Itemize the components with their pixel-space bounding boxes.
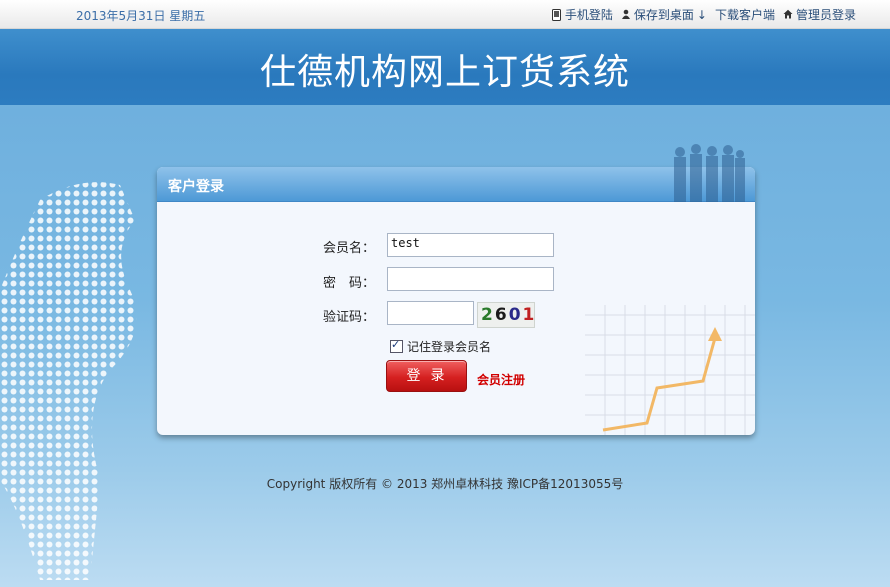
login-button[interactable]: 登录: [386, 360, 467, 392]
remember-row: 记住登录会员名: [390, 338, 491, 355]
download-client-label: 下载客户端: [714, 8, 775, 22]
username-label: 会员名：: [323, 241, 376, 256]
download-arrow-icon: ↓: [696, 7, 707, 22]
remember-checkbox[interactable]: [390, 338, 403, 353]
footer-copyright: Copyright 版权所有 © 2013 郑州卓林科技 豫ICP备120130…: [266, 477, 624, 491]
login-panel: 客户登录 会员名： test 密 码： 验证码： 2601 记住登录会员名 登录…: [157, 167, 755, 435]
download-client-link[interactable]: 下载客户端: [715, 6, 775, 23]
login-panel-header: 客户登录: [157, 167, 755, 202]
username-field[interactable]: test: [387, 233, 554, 257]
user-icon: [621, 9, 631, 21]
mobile-login-label: 手机登陆: [564, 8, 613, 22]
register-link[interactable]: 会员注册: [477, 371, 525, 388]
admin-login-link[interactable]: 管理员登录: [783, 6, 856, 23]
page-title: 仕德机构网上订货系统: [259, 52, 630, 93]
login-panel-title: 客户登录: [168, 179, 224, 195]
site-header: 仕德机构网上订货系统: [0, 29, 890, 105]
captcha-image[interactable]: 2601: [477, 302, 535, 328]
admin-login-label: 管理员登录: [795, 8, 856, 22]
captcha-field[interactable]: [387, 301, 474, 325]
current-date: 2013年5月31日 星期五: [76, 9, 206, 23]
password-label: 密 码：: [323, 276, 376, 291]
save-desktop-link[interactable]: 保存到桌面 ↓: [621, 6, 707, 23]
captcha-digit: 2: [481, 305, 495, 325]
home-icon: [783, 9, 793, 21]
captcha-label: 验证码：: [323, 310, 376, 325]
top-bar: 2013年5月31日 星期五 手机登陆 保存到桌面 ↓ 下载客户端 管理员登录: [0, 0, 890, 29]
password-field[interactable]: [387, 267, 554, 291]
mobile-login-link[interactable]: 手机登陆: [552, 6, 613, 23]
decorative-people-silhouettes: [674, 144, 745, 202]
remember-label: 记住登录会员名: [407, 340, 492, 354]
top-links: 手机登陆 保存到桌面 ↓ 下载客户端 管理员登录: [552, 6, 856, 23]
mobile-phone-icon: [552, 8, 562, 21]
captcha-digit: 1: [522, 305, 537, 325]
decorative-growth-chart: [585, 305, 755, 435]
captcha-digit: 0: [508, 305, 523, 325]
captcha-digit: 6: [494, 305, 509, 325]
save-desktop-label: 保存到桌面: [633, 8, 694, 22]
